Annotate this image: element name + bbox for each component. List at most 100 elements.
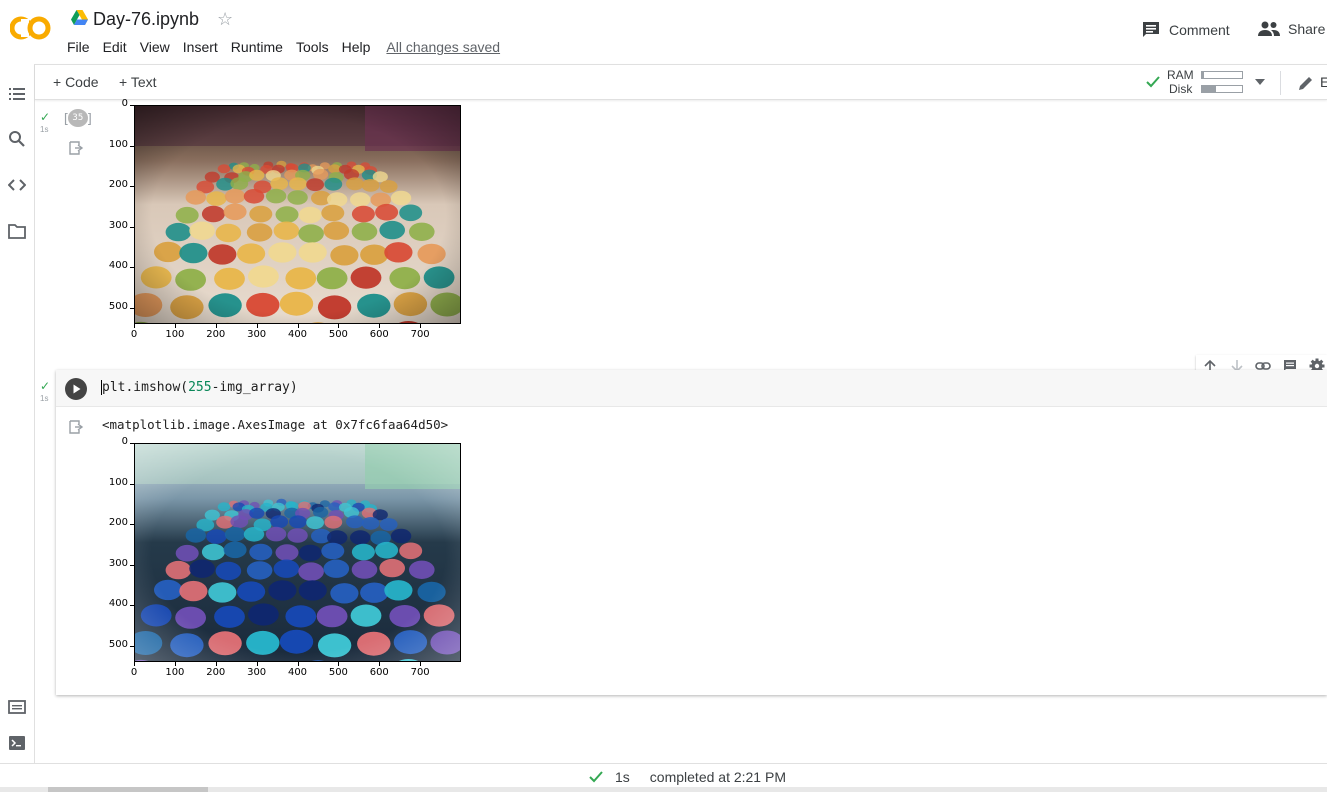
y-tick-mark — [130, 443, 134, 444]
x-tick-label: 200 — [206, 667, 226, 678]
x-tick-label: 600 — [369, 667, 389, 678]
x-tick-label: 0 — [130, 667, 138, 678]
y-tick-mark — [130, 605, 134, 607]
menu-file[interactable]: File — [67, 39, 90, 55]
output-text: <matplotlib.image.AxesImage at 0x7fc6faa… — [102, 417, 449, 432]
scrollbar-thumb[interactable] — [48, 787, 208, 792]
edit-pencil-icon[interactable] — [1298, 75, 1314, 91]
terminal-icon[interactable] — [8, 734, 26, 752]
left-rail — [0, 64, 35, 763]
y-tick-label: 400 — [108, 598, 128, 610]
y-tick-label: 300 — [108, 219, 128, 231]
x-tick-label: 700 — [410, 329, 430, 340]
macaron-shape — [255, 324, 291, 325]
notebook-title[interactable]: Day-76.ipynb — [93, 9, 199, 30]
output-menu-icon[interactable] — [69, 420, 85, 434]
x-tick-mark — [174, 662, 176, 666]
x-tick-mark — [134, 324, 135, 328]
menu-edit[interactable]: Edit — [103, 39, 127, 55]
notebook-toolbar: + Code + Text RAM Disk E — [35, 64, 1327, 100]
x-tick-mark — [379, 662, 381, 666]
folder-icon[interactable] — [8, 222, 26, 240]
y-tick-label: 400 — [108, 260, 128, 272]
add-text-button[interactable]: + Text — [119, 74, 157, 90]
disk-label: Disk — [1169, 82, 1193, 96]
y-tick-mark — [130, 483, 134, 485]
image-macarons-original — [134, 105, 461, 324]
run-cell-button[interactable] — [65, 378, 87, 400]
y-tick-label: 0 — [121, 98, 128, 109]
macarons-photo — [135, 106, 460, 325]
share-button[interactable]: Share — [1258, 21, 1325, 37]
x-tick-label: 0 — [130, 329, 138, 340]
comment-label: Comment — [1169, 22, 1230, 38]
x-tick-label: 500 — [328, 667, 348, 678]
cell-duration: 1s — [40, 394, 49, 403]
y-tick-mark — [130, 564, 134, 566]
star-icon[interactable]: ☆ — [217, 9, 233, 30]
code-rest: -img_array) — [211, 380, 298, 395]
menu-insert[interactable]: Insert — [183, 39, 218, 55]
x-tick-mark — [256, 662, 258, 666]
colab-logo[interactable] — [10, 14, 52, 42]
y-tick-mark — [130, 105, 134, 106]
play-icon — [73, 384, 81, 394]
menu-help[interactable]: Help — [342, 39, 371, 55]
cell-status-check-icon: ✓ — [40, 379, 51, 393]
menu-runtime[interactable]: Runtime — [231, 39, 283, 55]
x-tick-mark — [134, 662, 135, 666]
image-macarons-inverted — [134, 443, 461, 662]
y-tick-mark — [130, 524, 134, 526]
code-fn: plt.imshow( — [102, 380, 189, 395]
execution-count[interactable]: [35] — [62, 108, 94, 127]
comment-button[interactable]: Comment — [1142, 21, 1230, 39]
x-tick-label: 200 — [206, 329, 226, 340]
x-tick-label: 600 — [369, 329, 389, 340]
x-tick-mark — [215, 662, 217, 666]
ram-meter[interactable] — [1201, 71, 1243, 79]
save-status-link[interactable]: All changes saved — [386, 39, 500, 55]
output-menu-icon[interactable] — [69, 141, 85, 155]
ram-label: RAM — [1167, 68, 1194, 82]
y-tick-label: 200 — [108, 179, 128, 191]
y-tick-mark — [130, 226, 134, 228]
table-of-contents-icon[interactable] — [8, 85, 26, 103]
editing-label[interactable]: E — [1320, 74, 1327, 90]
code-snippets-icon[interactable] — [8, 176, 26, 194]
y-tick-label: 0 — [121, 436, 128, 447]
connected-check-icon — [1146, 76, 1160, 88]
menu-tools[interactable]: Tools — [296, 39, 329, 55]
x-tick-mark — [420, 662, 422, 666]
code-cell-focused[interactable]: plt.imshow(255-img_array) <matplotlib.im… — [56, 370, 1327, 695]
command-palette-icon[interactable] — [8, 698, 26, 716]
y-tick-label: 100 — [108, 476, 128, 488]
disk-meter[interactable] — [1201, 85, 1243, 93]
y-tick-label: 100 — [108, 138, 128, 150]
x-tick-mark — [338, 662, 340, 666]
y-tick-mark — [130, 307, 134, 309]
drive-icon[interactable] — [71, 10, 88, 25]
y-tick-label: 300 — [108, 557, 128, 569]
y-tick-label: 500 — [108, 638, 128, 650]
code-line[interactable]: plt.imshow(255-img_array) — [101, 380, 298, 395]
x-tick-label: 100 — [165, 667, 185, 678]
image-plot-original: 0 100 200 300 400 500 0 100 200 300 400 500 600 700 — [100, 98, 470, 345]
y-tick-mark — [130, 186, 134, 188]
people-icon — [1258, 21, 1280, 36]
code-editor[interactable]: plt.imshow(255-img_array) — [56, 370, 1327, 407]
add-code-button[interactable]: + Code — [53, 74, 99, 90]
y-tick-label: 500 — [108, 300, 128, 312]
search-icon[interactable] — [8, 130, 26, 148]
x-tick-mark — [297, 324, 299, 328]
x-tick-label: 500 — [328, 329, 348, 340]
share-label: Share — [1288, 21, 1326, 37]
x-tick-mark — [420, 324, 422, 328]
cell-duration: 1s — [40, 125, 49, 134]
menu-view[interactable]: View — [140, 39, 170, 55]
x-tick-label: 300 — [247, 329, 267, 340]
code-number: 255 — [188, 380, 212, 395]
chevron-down-icon[interactable] — [1255, 79, 1265, 85]
macaron-shape — [255, 662, 291, 663]
toolbar-divider — [1280, 71, 1281, 95]
x-tick-mark — [297, 662, 299, 666]
